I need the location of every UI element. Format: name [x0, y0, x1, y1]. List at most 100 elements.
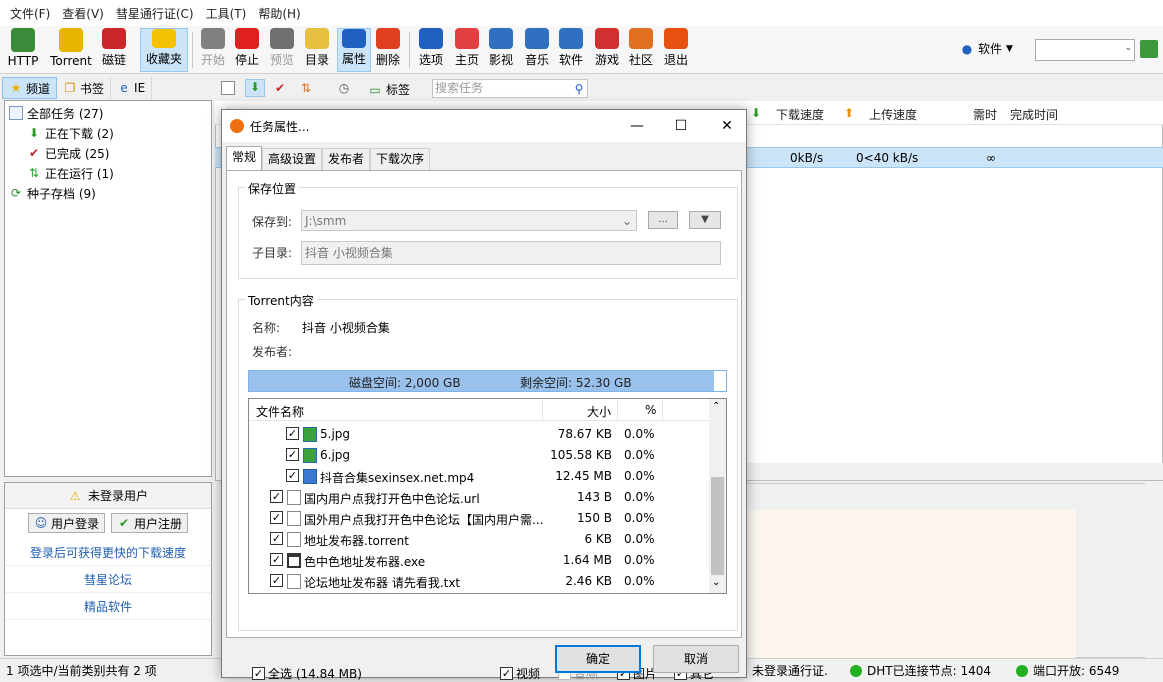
- col-download-speed[interactable]: 下载速度: [776, 106, 824, 123]
- tree-item-completed[interactable]: ✔ 已完成 (25): [5, 143, 211, 163]
- close-icon[interactable]: ✕: [716, 116, 738, 136]
- file-list-header: 文件名称 大小 %: [249, 399, 709, 421]
- toolbar-button-music[interactable]: 音乐: [522, 28, 552, 72]
- subdir-field[interactable]: 抖音 小视频合集: [301, 241, 721, 265]
- checkbox[interactable]: ✓: [270, 574, 283, 587]
- upload-filter-icon[interactable]: ⇅: [299, 81, 313, 95]
- file-row[interactable]: ✓ 国内用户点我打开色中色论坛.url 143 B 0.0%: [249, 487, 709, 508]
- file-row[interactable]: ✓ 6.jpg 105.58 KB 0.0%: [249, 445, 709, 466]
- col-completed-time[interactable]: 完成时间: [1010, 106, 1058, 123]
- col-upload-speed[interactable]: 上传速度: [869, 106, 917, 123]
- tree-item-seed-archive[interactable]: ⟳ 种子存档 (9): [5, 183, 211, 203]
- checkbox[interactable]: ✓: [286, 469, 299, 482]
- software-link[interactable]: 精品软件: [5, 593, 211, 620]
- menu-passport[interactable]: 彗星通行证(C): [110, 5, 200, 22]
- toolbar-button-home[interactable]: 主页: [452, 28, 482, 72]
- col-pct[interactable]: %: [645, 403, 656, 417]
- file-row[interactable]: ✓ 抖音合集sexinsex.net.mp4 12.45 MB 0.0%: [249, 466, 709, 487]
- vertical-scrollbar[interactable]: [1145, 483, 1163, 658]
- scroll-down-icon[interactable]: ⌄: [712, 577, 720, 588]
- go-button[interactable]: [1140, 40, 1158, 58]
- task-search-input[interactable]: 搜索任务: [432, 79, 588, 98]
- scroll-up-icon[interactable]: ⌃: [712, 401, 720, 412]
- checkbox[interactable]: ✓: [270, 511, 283, 524]
- toolbar-button-stop[interactable]: 停止: [232, 28, 262, 72]
- toolbar-button-http[interactable]: HTTP: [4, 28, 42, 72]
- save-to-label: 保存到:: [252, 215, 293, 229]
- checkbox[interactable]: ✓: [252, 667, 265, 680]
- toolbar-button-properties[interactable]: 属性: [337, 28, 371, 72]
- minimize-icon[interactable]: —: [626, 116, 648, 136]
- toolbar-button-delete[interactable]: 删除: [372, 28, 404, 72]
- col-size[interactable]: 大小: [587, 403, 611, 420]
- search-icon[interactable]: ⚲: [572, 82, 586, 96]
- tag-icon: ▭: [369, 82, 381, 97]
- toolbar-button-video[interactable]: 影视: [486, 28, 516, 72]
- toolbar-button-options[interactable]: 选项: [416, 28, 446, 72]
- checkbox[interactable]: ✓: [270, 490, 283, 503]
- checkbox[interactable]: ✓: [270, 532, 283, 545]
- checkbox[interactable]: ✓: [500, 667, 513, 680]
- menu-view[interactable]: 查看(V): [56, 5, 110, 22]
- search-combo[interactable]: ⌄: [1035, 39, 1135, 61]
- cancel-button[interactable]: 取消: [653, 645, 739, 673]
- tab-channels[interactable]: ★ 频道: [2, 77, 58, 99]
- scroll-thumb[interactable]: [711, 477, 724, 575]
- toolbar-button-magnet[interactable]: 磁链: [98, 28, 130, 72]
- file-row[interactable]: ✓ 5.jpg 78.67 KB 0.0%: [249, 424, 709, 445]
- file-row[interactable]: ✓ 色中色地址发布器.exe 1.64 MB 0.0%: [249, 550, 709, 571]
- filter-video[interactable]: ✓ 视频: [500, 665, 540, 682]
- tab-ie[interactable]: e IE: [111, 77, 153, 99]
- tab-publisher[interactable]: 发布者: [322, 148, 371, 170]
- toolbar-button-star[interactable]: 收藏夹: [140, 28, 188, 72]
- maximize-icon[interactable]: ☐: [670, 116, 692, 136]
- save-to-field[interactable]: J:\smm ⌄: [301, 210, 637, 231]
- file-row[interactable]: ✓ 论坛地址发布器 请先看我.txt 2.46 KB 0.0%: [249, 571, 709, 592]
- horizontal-scrollbar[interactable]: [746, 463, 1163, 480]
- select-all-checkbox[interactable]: ✓ 全选 (14.84 MB): [252, 665, 362, 682]
- toolbar-button-folder[interactable]: 目录: [302, 28, 332, 72]
- file-row[interactable]: ✓ 国外用户点我打开色中色论坛【国内用户需... 150 B 0.0%: [249, 508, 709, 529]
- toolbar-button-software[interactable]: 软件: [556, 28, 586, 72]
- software-selector[interactable]: ● 软件 ▼: [960, 40, 1013, 57]
- checkbox[interactable]: ✓: [286, 448, 299, 461]
- file-size: 105.58 KB: [550, 448, 612, 462]
- tab-bookmarks[interactable]: ❐ 书签: [57, 77, 112, 99]
- ok-button[interactable]: 确定: [555, 645, 641, 673]
- completed-filter-icon[interactable]: ✔: [273, 81, 287, 95]
- file-size: 78.67 KB: [557, 427, 612, 441]
- file-row[interactable]: ✓ 地址发布器.torrent 6 KB 0.0%: [249, 529, 709, 550]
- faster-download-link[interactable]: 登录后可获得更快的下载速度: [5, 539, 211, 566]
- toolbar-button-community[interactable]: 社区: [626, 28, 656, 72]
- browse-button[interactable]: ...: [648, 211, 678, 229]
- col-file-name[interactable]: 文件名称: [256, 403, 304, 420]
- menu-tools[interactable]: 工具(T): [200, 5, 253, 22]
- tree-item-downloading[interactable]: ⬇ 正在下载 (2): [5, 123, 211, 143]
- menu-help[interactable]: 帮助(H): [252, 5, 306, 22]
- forum-link[interactable]: 彗星论坛: [5, 566, 211, 593]
- register-button[interactable]: ✔ 用户注册: [111, 513, 189, 533]
- dropdown-button[interactable]: ▼: [689, 211, 721, 229]
- file-pct: 0.0%: [624, 448, 655, 462]
- toolbar-button-exit[interactable]: 退出: [660, 28, 692, 72]
- new-task-icon[interactable]: [221, 81, 235, 95]
- tab-advanced[interactable]: 高级设置: [262, 148, 323, 170]
- timer-icon[interactable]: ◷: [337, 81, 351, 95]
- toolbar-button-preview[interactable]: 预览: [266, 28, 298, 72]
- toolbar-button-start[interactable]: 开始: [198, 28, 228, 72]
- toolbar-button-torrent[interactable]: Torrent: [46, 28, 96, 72]
- col-remaining[interactable]: 需时: [973, 106, 997, 123]
- tag-button[interactable]: ▭ 标签: [368, 81, 410, 98]
- tree-item-all[interactable]: 全部任务 (27): [5, 103, 211, 123]
- toolbar-button-label: 属性: [341, 52, 366, 66]
- menu-file[interactable]: 文件(F): [4, 5, 56, 22]
- login-button[interactable]: ☺ 用户登录: [27, 513, 105, 533]
- toolbar-button-game[interactable]: 游戏: [592, 28, 622, 72]
- download-filter-icon[interactable]: ⬇: [245, 79, 265, 97]
- tree-item-running[interactable]: ⇅ 正在运行 (1): [5, 163, 211, 183]
- checkbox[interactable]: ✓: [286, 427, 299, 440]
- checkbox[interactable]: ✓: [270, 553, 283, 566]
- tab-general[interactable]: 常规: [226, 146, 263, 170]
- tab-download-order[interactable]: 下载次序: [370, 148, 431, 170]
- file-list-scrollbar[interactable]: ⌃ ⌄: [709, 399, 726, 593]
